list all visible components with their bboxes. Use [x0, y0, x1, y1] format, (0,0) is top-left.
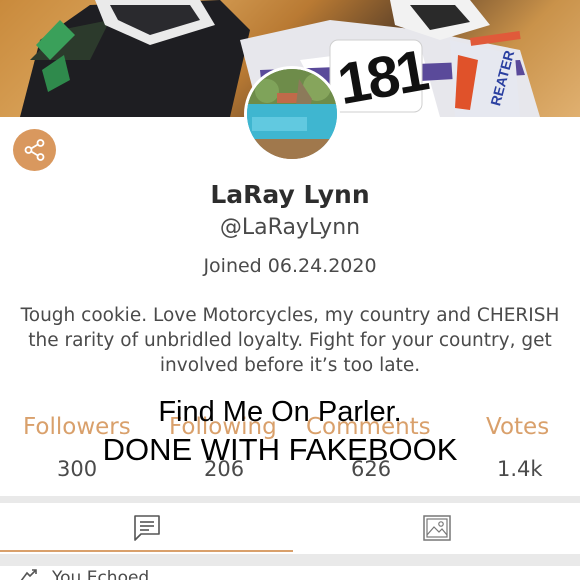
profile-name: LaRay Lynn [210, 180, 370, 209]
profile-handle: @LaRayLynn [219, 215, 361, 240]
overlay-caption-line1: Find Me On Parler. [158, 396, 402, 428]
race-number: 181 [333, 37, 431, 117]
tab-posts[interactable] [0, 503, 293, 553]
profile-bio: Tough cookie. Love Motorcycles, my count… [20, 305, 560, 376]
active-tab-indicator [0, 550, 293, 552]
overlay-caption-line2: DONE WITH FAKEBOOK [102, 432, 458, 467]
echo-label: You Echoed [52, 568, 150, 580]
image-icon [422, 515, 451, 541]
joined-date: Joined 06.24.2020 [203, 255, 377, 277]
tab-media[interactable] [293, 503, 580, 553]
feed-separator [0, 554, 580, 566]
avatar-image [247, 69, 337, 159]
section-separator [0, 496, 580, 503]
posts-icon [133, 515, 160, 541]
echo-icon [20, 569, 37, 580]
avatar[interactable] [244, 66, 340, 162]
post-echo-row[interactable]: You Echoed [18, 566, 149, 580]
share-icon [24, 139, 44, 161]
share-button[interactable] [13, 129, 56, 171]
